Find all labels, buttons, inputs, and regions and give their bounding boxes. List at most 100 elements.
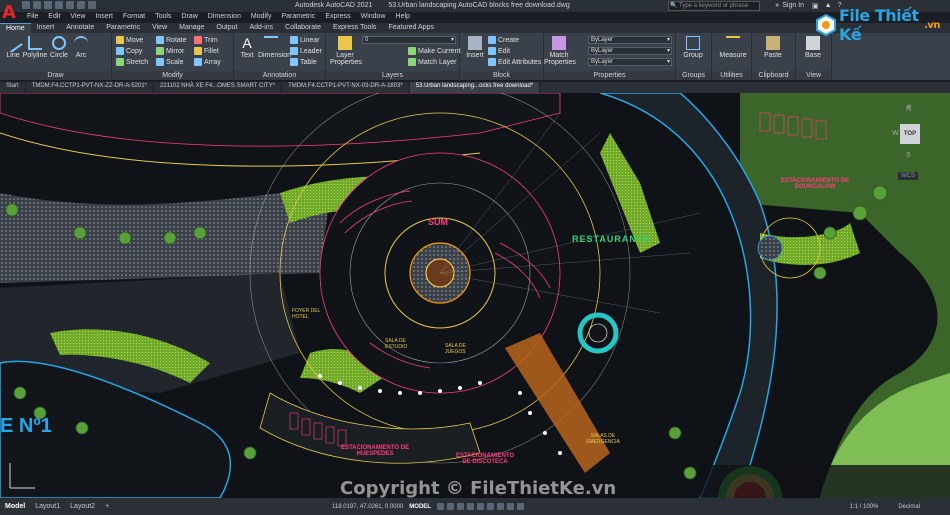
rotate-tool[interactable]: Rotate [156,36,187,44]
tab-home[interactable]: Home [0,23,31,33]
tab-view[interactable]: View [146,23,173,33]
doc-tab-3[interactable]: TMDM.F4.CCTP1-PVT-NX-03-DR-A-1803* [282,82,410,93]
tab-addins[interactable]: Add-ins [243,23,279,33]
menu-modify[interactable]: Modify [246,12,277,23]
menu-insert[interactable]: Insert [90,12,118,23]
layer-properties-tool[interactable]: Layer Properties [330,36,362,66]
layer-dropdown[interactable]: 0 [362,36,456,44]
menu-help[interactable]: Help [391,12,415,23]
open-icon[interactable] [33,1,41,9]
lineweight-icon[interactable] [496,503,504,510]
otrack-icon[interactable] [486,503,494,510]
viewport-close-icon[interactable]: ✕ [906,103,912,111]
panel-properties-label[interactable]: Properties [544,71,675,80]
panel-modify-label[interactable]: Modify [112,71,233,80]
doc-tab-1[interactable]: TMDM.F4.CCTP1-PVT-NX-ZZ-DR-A-5201* [26,82,155,93]
mirror-tool[interactable]: Mirror [156,47,184,55]
osnap-icon[interactable] [476,503,484,510]
layout-tab-layout2[interactable]: Layout2 [65,502,100,511]
autocad-logo-icon[interactable]: A [2,2,18,24]
menu-file[interactable]: File [22,12,43,23]
exchange-icon[interactable]: ▲ [825,2,832,10]
ortho-icon[interactable] [456,503,464,510]
move-tool[interactable]: Move [116,36,143,44]
wcs-dropdown[interactable]: WCS [898,172,918,180]
panel-annotation-label[interactable]: Annotation [234,71,325,80]
panel-utilities-label[interactable]: Utilities [712,71,751,80]
text-tool[interactable]: A Text [234,36,260,59]
make-current-tool[interactable]: Make Current [408,47,460,55]
panel-block-label[interactable]: Block [460,71,543,80]
panel-groups-label[interactable]: Groups [676,71,711,80]
leader-tool[interactable]: Leader [290,47,322,55]
drawing-canvas[interactable]: E Nº1 SUM RESTAURANTE ESTACIONAMIENTO DE… [0,93,950,498]
menu-dimension[interactable]: Dimension [203,12,246,23]
doc-tab-active[interactable]: 53.Urban landscaping...ocks free downloa… [409,82,541,93]
doc-tab-start[interactable]: Start [0,82,26,93]
tab-parametric[interactable]: Parametric [100,23,146,33]
tab-annotate[interactable]: Annotate [60,23,100,33]
viewcube-top-face[interactable]: TOP [900,124,920,144]
doc-tab-2[interactable]: 221102 NHÀ XE F4...OMES SMART CITY* [154,82,283,93]
tab-featured-apps[interactable]: Featured Apps [382,23,440,33]
copy-tool[interactable]: Copy [116,47,142,55]
menu-window[interactable]: Window [356,12,391,23]
fillet-tool[interactable]: Fillet [194,47,219,55]
save-icon[interactable] [44,1,52,9]
undo-icon[interactable] [77,1,85,9]
scale-tool[interactable]: Scale [156,58,184,66]
print-icon[interactable] [66,1,74,9]
help-search-input[interactable]: Type a keyword or phrase [668,1,760,11]
tab-output[interactable]: Output [210,23,243,33]
panel-view-label[interactable]: View [796,71,831,80]
annotation-scale-icon[interactable] [516,503,524,510]
annotation-scale[interactable]: 1:1 / 100% [850,504,879,510]
edit-block-tool[interactable]: Edit [488,47,510,55]
tab-express-tools[interactable]: Express Tools [327,23,382,33]
paste-tool[interactable]: Paste [760,36,786,59]
snap-icon[interactable] [446,503,454,510]
linear-tool[interactable]: Linear [290,36,319,44]
menu-express[interactable]: Express [320,12,355,23]
saveas-icon[interactable] [55,1,63,9]
layout-tab-layout1[interactable]: Layout1 [30,502,65,511]
edit-attributes-tool[interactable]: Edit Attributes [488,58,541,66]
panel-clipboard-label[interactable]: Clipboard [752,71,795,80]
add-layout-button[interactable]: + [100,502,114,511]
selection-cycling-icon[interactable] [506,503,514,510]
linetype-dropdown[interactable]: ByLayer [588,47,672,55]
dimension-tool[interactable]: Dimension [258,36,291,59]
create-block-tool[interactable]: Create [488,36,519,44]
panel-draw-label[interactable]: Draw [0,71,111,80]
menu-tools[interactable]: Tools [150,12,176,23]
menu-view[interactable]: View [65,12,90,23]
arc-tool[interactable]: Arc [68,36,94,59]
stretch-tool[interactable]: Stretch [116,58,148,66]
lineweight-dropdown[interactable]: ByLayer [588,58,672,66]
viewcube[interactable]: N W TOP S WCS [892,100,926,180]
polar-icon[interactable] [466,503,474,510]
menu-format[interactable]: Format [118,12,150,23]
menu-edit[interactable]: Edit [43,12,65,23]
model-space-button[interactable]: MODEL [409,504,431,510]
array-tool[interactable]: Array [194,58,221,66]
compass-south[interactable]: S [906,152,911,159]
tab-manage[interactable]: Manage [173,23,210,33]
color-dropdown[interactable]: ByLayer [588,36,672,44]
measure-tool[interactable]: Measure [718,36,748,59]
redo-icon[interactable] [88,1,96,9]
tab-collaborate[interactable]: Collaborate [279,23,327,33]
compass-west[interactable]: W [892,130,899,137]
panel-layers-label[interactable]: Layers [326,71,459,80]
polyline-tool[interactable]: Polyline [22,36,48,59]
grid-icon[interactable] [436,503,444,510]
menu-draw[interactable]: Draw [176,12,202,23]
cart-icon[interactable]: ▣ [812,2,819,10]
units-selector[interactable]: Decimal [898,504,920,510]
coordinate-readout[interactable]: 118.0197, 47.0261, 0.0000 [332,504,403,510]
insert-tool[interactable]: Insert [462,36,488,59]
signin-button[interactable]: Sign In [775,2,804,9]
table-tool[interactable]: Table [290,58,317,66]
menu-parametric[interactable]: Parametric [276,12,320,23]
group-tool[interactable]: Group [680,36,706,59]
